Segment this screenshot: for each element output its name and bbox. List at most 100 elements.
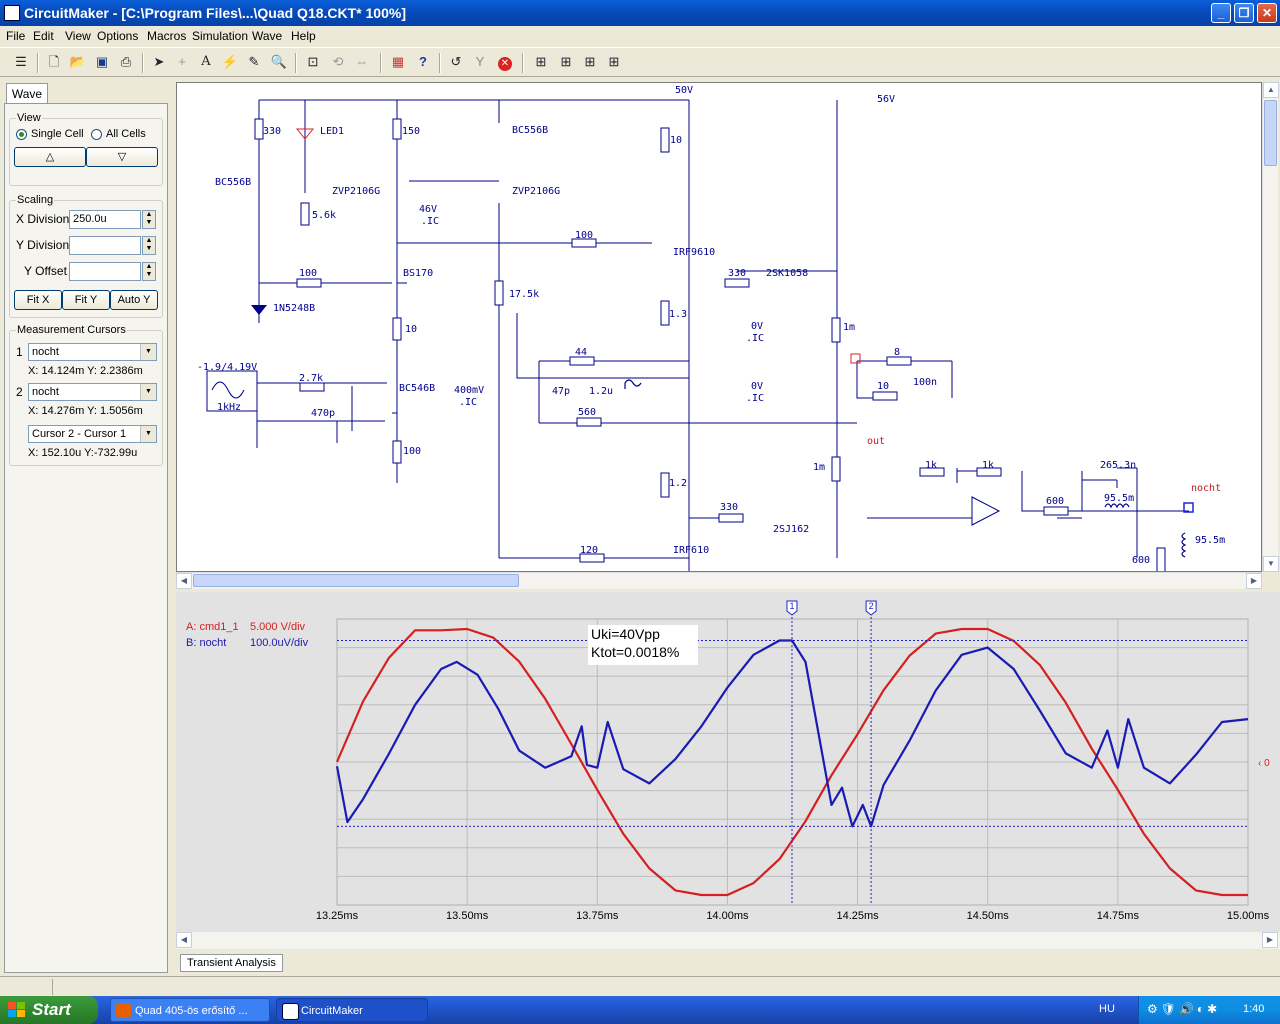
- view-up-button[interactable]: △: [14, 147, 86, 167]
- reset-icon[interactable]: ↺: [447, 53, 465, 71]
- help-icon[interactable]: ?: [414, 53, 432, 71]
- new-file-icon[interactable]: 🗋: [45, 53, 63, 71]
- tray-icons[interactable]: ⚙🛡🔊◐✱: [1147, 1002, 1220, 1016]
- analysis-icon-3[interactable]: ⊞: [581, 53, 599, 71]
- fit-x-button[interactable]: Fit X: [14, 290, 62, 310]
- y-division-spinner[interactable]: ▲ ▼: [142, 236, 156, 255]
- label-r560: 560: [578, 407, 596, 418]
- inductor-1u2: [624, 379, 642, 389]
- resistor-8: [886, 356, 912, 366]
- label-r1k-b: 1k: [982, 460, 994, 471]
- label-out: out: [867, 436, 885, 447]
- label-r8: 8: [894, 347, 900, 358]
- y-division-input[interactable]: [69, 236, 141, 255]
- resistor-330: [254, 118, 264, 140]
- cursor1-number: 1: [16, 345, 23, 359]
- taskbar-item-circuitmaker[interactable]: CircuitMaker: [276, 998, 428, 1022]
- zoom-fit-icon[interactable]: ⊡: [304, 53, 322, 71]
- waveform-horizontal-scrollbar[interactable]: ◀ ▶: [176, 932, 1280, 949]
- cursor1-signal-select[interactable]: nocht ▼: [28, 343, 157, 361]
- label-2sj162: 2SJ162: [773, 524, 809, 535]
- scroll-down-icon[interactable]: ▼: [1263, 556, 1279, 572]
- save-icon[interactable]: ▣: [93, 53, 111, 71]
- maximize-button[interactable]: ❐: [1234, 3, 1254, 23]
- resistor-10-mid: [392, 317, 402, 341]
- schematic-horizontal-scrollbar[interactable]: ◀ ▶: [176, 572, 1262, 589]
- y-offset-input[interactable]: [69, 262, 141, 281]
- label-ic-b: .IC: [746, 333, 764, 344]
- cursor2-readout: X: 14.276m Y: 1.5056m: [28, 405, 143, 417]
- analysis-icon-1[interactable]: ⊞: [532, 53, 550, 71]
- horizontal-scroll-thumb[interactable]: [193, 574, 519, 587]
- view-group-label: View: [16, 112, 42, 124]
- y-offset-spinner[interactable]: ▲ ▼: [142, 262, 156, 281]
- step-icon[interactable]: Y: [471, 53, 489, 71]
- close-button[interactable]: ✕: [1257, 3, 1277, 23]
- scroll-up-icon[interactable]: ▲: [1263, 82, 1279, 98]
- x-tick-label: 15.00ms: [1227, 910, 1270, 922]
- label-r100-a: 100: [299, 268, 317, 279]
- arrow-tool-icon[interactable]: ➤: [150, 53, 168, 71]
- label-50v: 50V: [675, 85, 693, 96]
- view-group: View Single Cell All Cells △ ▽: [9, 112, 163, 186]
- cursor2-signal-select[interactable]: nocht ▼: [28, 383, 157, 401]
- analysis-icon-2[interactable]: ⊞: [557, 53, 575, 71]
- menu-simulation[interactable]: Simulation: [192, 29, 248, 43]
- minimize-button[interactable]: _: [1211, 3, 1231, 23]
- view-down-button[interactable]: ▽: [86, 147, 158, 167]
- wire-tool-icon[interactable]: +: [173, 53, 191, 71]
- panel-toggle-icon[interactable]: ☰: [12, 53, 30, 71]
- vertical-scroll-thumb[interactable]: [1264, 100, 1277, 166]
- schematic-drawing: 50V 56V 330 LED1 150 BC556B BC556B 10 ZV…: [197, 85, 1225, 571]
- menu-macros[interactable]: Macros: [147, 29, 186, 43]
- all-cells-label: All Cells: [106, 128, 146, 140]
- analysis-icon-4[interactable]: ⊞: [605, 53, 623, 71]
- label-zvp-b: ZVP2106G: [512, 186, 560, 197]
- menu-wave[interactable]: Wave: [252, 29, 282, 43]
- label-r100-c: 100: [403, 446, 421, 457]
- text-tool-icon[interactable]: A: [197, 53, 215, 71]
- x-division-spinner[interactable]: ▲ ▼: [142, 210, 156, 229]
- resistor-17k5: [494, 280, 504, 306]
- probe-tool-icon[interactable]: ⚡: [221, 53, 239, 71]
- label-zvp-a: ZVP2106G: [332, 186, 380, 197]
- stop-icon[interactable]: ✕: [496, 53, 514, 71]
- label-led1: LED1: [320, 126, 344, 137]
- menu-edit[interactable]: Edit: [33, 29, 54, 43]
- all-cells-radio[interactable]: [91, 129, 102, 140]
- rotate-icon[interactable]: ⟲: [329, 53, 347, 71]
- x-tick-label: 14.75ms: [1097, 910, 1140, 922]
- probe-pen-icon[interactable]: ✎: [245, 53, 263, 71]
- language-indicator[interactable]: HU: [1099, 1003, 1115, 1015]
- schematic-canvas[interactable]: 50V 56V 330 LED1 150 BC556B BC556B 10 ZV…: [176, 82, 1262, 572]
- menu-file[interactable]: File: [6, 29, 25, 43]
- menu-help[interactable]: Help: [291, 29, 316, 43]
- fit-y-button[interactable]: Fit Y: [62, 290, 110, 310]
- start-button[interactable]: Start: [0, 996, 98, 1024]
- mirror-icon[interactable]: ⇔: [353, 53, 371, 71]
- auto-y-button[interactable]: Auto Y: [110, 290, 158, 310]
- menu-view[interactable]: View: [65, 29, 91, 43]
- tab-wave[interactable]: Wave: [6, 83, 48, 104]
- open-folder-icon[interactable]: 📂: [69, 53, 87, 71]
- label-r100-b: 100: [575, 230, 593, 241]
- label-ic-a: .IC: [421, 216, 439, 227]
- zoom-icon[interactable]: 🔍: [270, 53, 288, 71]
- resistor-100-a: [296, 278, 322, 288]
- menu-options[interactable]: Options: [97, 29, 138, 43]
- schematic-vertical-scrollbar[interactable]: ▲ ▼: [1262, 82, 1279, 572]
- taskbar-item-browser[interactable]: Quad 405-ös erősítő ...: [110, 998, 270, 1022]
- scroll-right-icon[interactable]: ▶: [1246, 573, 1262, 589]
- waveform-panel[interactable]: 13.25ms 13.50ms 13.75ms 14.00ms 14.25ms 14.50…: [176, 592, 1280, 932]
- label-c265n: 265.3n: [1100, 460, 1136, 471]
- label-r1k-a: 1k: [925, 460, 937, 471]
- single-cell-radio[interactable]: [16, 129, 27, 140]
- cursor-diff-select[interactable]: Cursor 2 - Cursor 1 ▼: [28, 425, 157, 443]
- check-grid-icon[interactable]: ▦: [389, 53, 407, 71]
- tab-transient-analysis[interactable]: Transient Analysis: [180, 954, 283, 972]
- x-division-input[interactable]: 250.0u: [69, 210, 141, 229]
- wave-scroll-left-icon[interactable]: ◀: [176, 932, 192, 948]
- print-icon[interactable]: ⎙: [117, 53, 135, 71]
- scroll-left-icon[interactable]: ◀: [176, 573, 192, 589]
- wave-scroll-right-icon[interactable]: ▶: [1262, 932, 1278, 948]
